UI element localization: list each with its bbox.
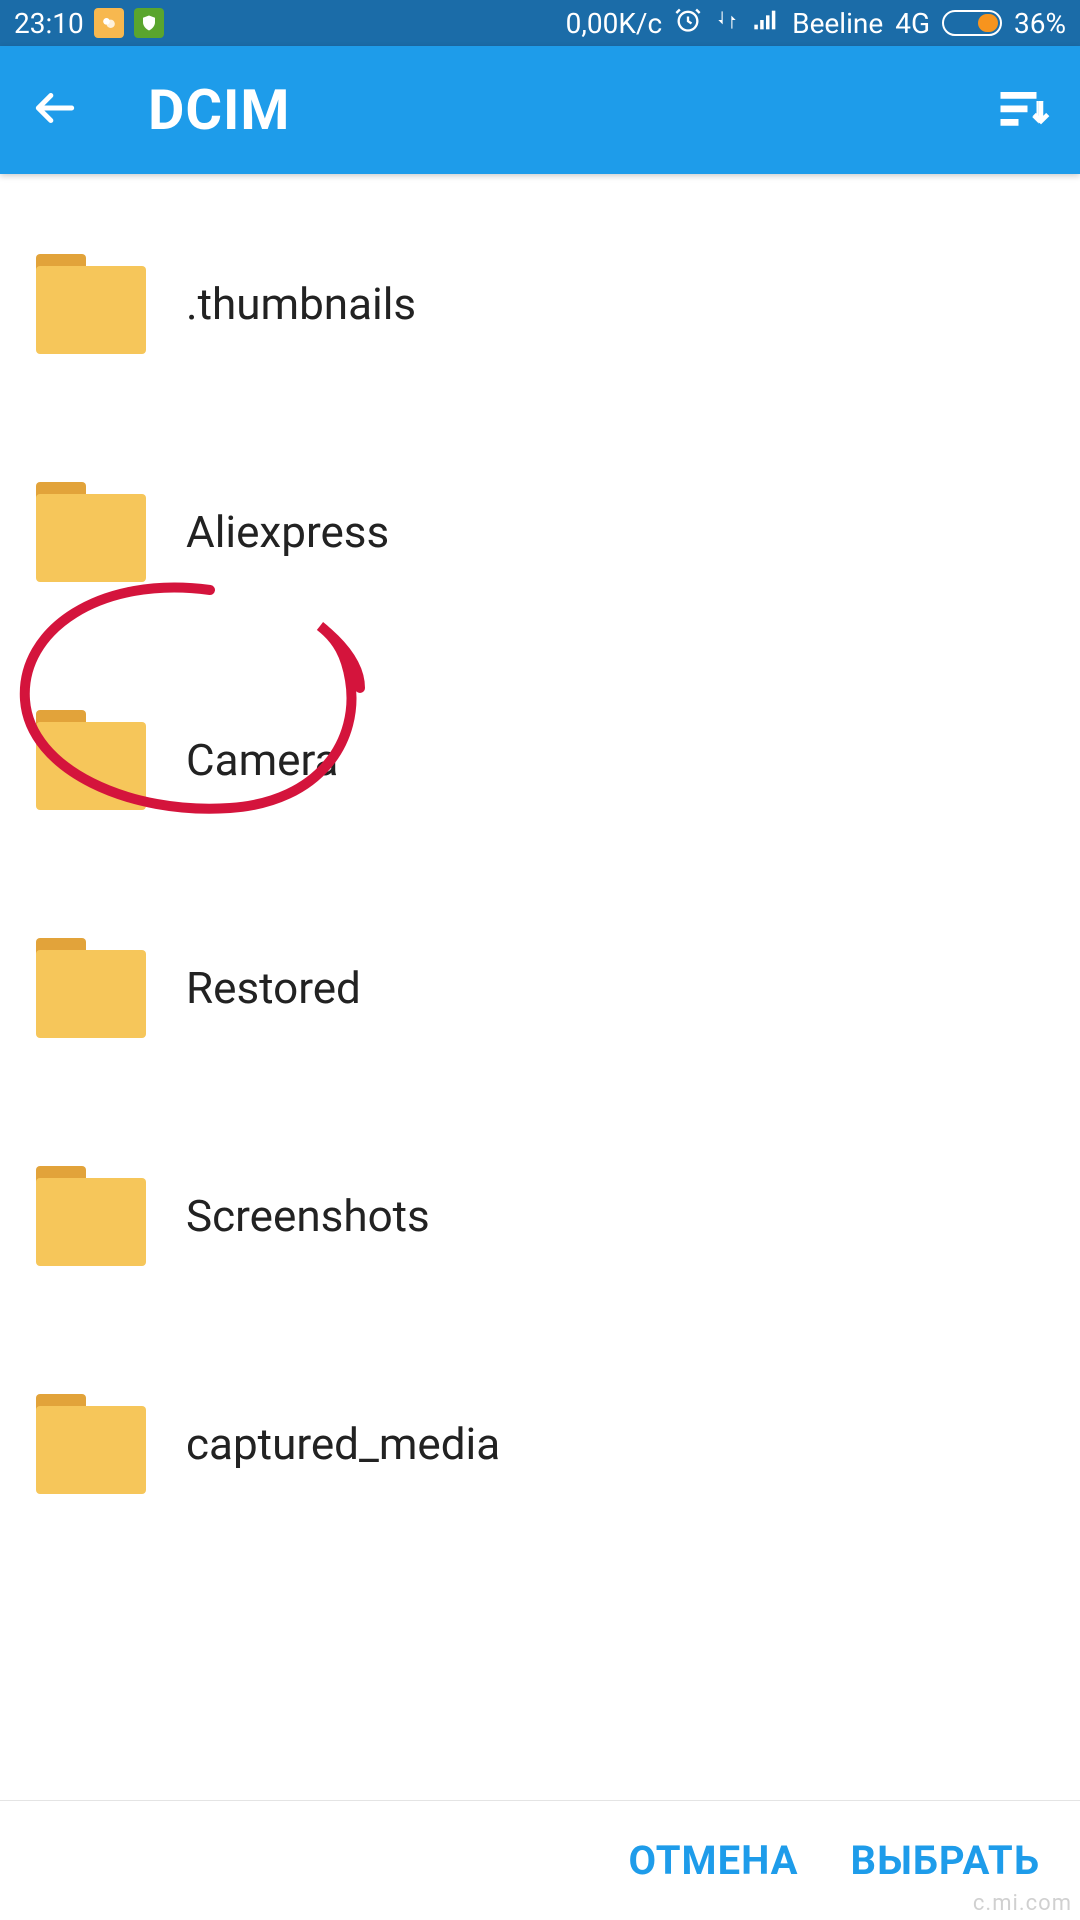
folder-icon [36, 482, 146, 582]
data-arrows-icon [714, 7, 740, 40]
folder-name: Restored [186, 962, 361, 1014]
status-carrier: Beeline [792, 7, 883, 40]
back-button[interactable] [30, 83, 80, 137]
signal-icon [752, 6, 780, 41]
cancel-button[interactable]: ОТМЕНА [628, 1837, 798, 1884]
app-bar: DCIM [0, 46, 1080, 174]
folder-name: Screenshots [186, 1190, 430, 1242]
folder-item-screenshots[interactable]: Screenshots [0, 1102, 1080, 1330]
folder-item-aliexpress[interactable]: Aliexpress [0, 418, 1080, 646]
select-button[interactable]: ВЫБРАТЬ [851, 1837, 1040, 1884]
sort-button[interactable] [996, 83, 1050, 137]
folder-name: captured_media [186, 1418, 500, 1470]
status-data-rate: 0,00K/c [566, 7, 663, 40]
shield-icon [134, 8, 164, 38]
folder-icon [36, 938, 146, 1038]
folder-item-camera[interactable]: Camera [0, 646, 1080, 874]
battery-icon [942, 10, 1002, 36]
folder-name: Aliexpress [186, 506, 389, 558]
status-time: 23:10 [14, 7, 84, 40]
watermark-text: c.mi.com [973, 1891, 1072, 1916]
status-network: 4G [895, 7, 930, 40]
weather-icon [94, 8, 124, 38]
folder-item-thumbnails[interactable]: .thumbnails [0, 190, 1080, 418]
status-bar: 23:10 0,00K/c Beeline 4G 36% [0, 0, 1080, 46]
folder-icon [36, 254, 146, 354]
footer-bar: ОТМЕНА ВЫБРАТЬ [0, 1800, 1080, 1920]
alarm-icon [674, 6, 702, 41]
status-battery-pct: 36% [1014, 7, 1066, 40]
folder-name: .thumbnails [186, 278, 416, 330]
folder-icon [36, 710, 146, 810]
folder-item-restored[interactable]: Restored [0, 874, 1080, 1102]
folder-item-captured-media[interactable]: captured_media [0, 1330, 1080, 1558]
folder-icon [36, 1394, 146, 1494]
page-title: DCIM [148, 77, 290, 143]
folder-name: Camera [186, 734, 338, 786]
folder-icon [36, 1166, 146, 1266]
folder-list: .thumbnails Aliexpress Camera Restored S… [0, 174, 1080, 1558]
